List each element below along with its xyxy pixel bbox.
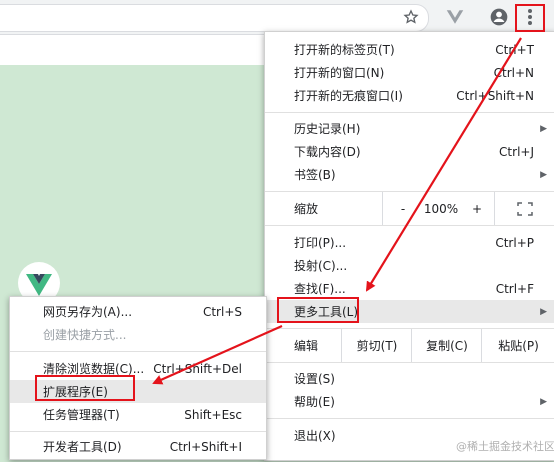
menu-item-print[interactable]: 打印(P)... Ctrl+P (265, 231, 554, 254)
menu-item-new-tab[interactable]: 打开新的标签页(T) Ctrl+T (265, 38, 554, 61)
menu-separator (10, 431, 266, 432)
browser-toolbar (0, 0, 554, 35)
menu-separator (265, 362, 554, 363)
annotation-box-extensions (35, 375, 135, 401)
menu-item-help[interactable]: 帮助(E) ▶ (265, 390, 554, 413)
zoom-row: 缩放 - 100% + (265, 192, 554, 225)
paste-button[interactable]: 粘贴(P) (481, 329, 554, 362)
edit-row: 编辑 剪切(T) 复制(C) 粘贴(P) (265, 329, 554, 362)
menu-separator (10, 351, 266, 352)
fullscreen-icon[interactable] (494, 192, 554, 225)
menu-separator (265, 225, 554, 226)
annotation-box-more-tools (277, 297, 359, 323)
submenu-arrow-icon: ▶ (540, 306, 547, 317)
menu-item-history[interactable]: 历史记录(H) ▶ (265, 117, 554, 140)
submenu-item-save-page[interactable]: 网页另存为(A)... Ctrl+S (10, 300, 266, 323)
menu-item-new-window[interactable]: 打开新的窗口(N) Ctrl+N (265, 61, 554, 84)
zoom-out-button[interactable]: - (382, 192, 423, 225)
menu-item-bookmarks[interactable]: 书签(B) ▶ (265, 163, 554, 186)
star-icon[interactable] (401, 6, 421, 28)
vue-devtools-icon[interactable] (444, 6, 466, 28)
menu-separator (265, 112, 554, 113)
submenu-arrow-icon: ▶ (540, 123, 547, 134)
zoom-label: 缩放 (294, 202, 319, 216)
annotation-box-menu-button (515, 4, 545, 32)
zoom-value: 100% (423, 201, 459, 216)
submenu-item-create-shortcut: 创建快捷方式... (43, 328, 127, 342)
zoom-in-button[interactable]: + (460, 192, 494, 225)
submenu-item-task-manager[interactable]: 任务管理器(T) Shift+Esc (10, 403, 266, 426)
submenu-arrow-icon: ▶ (540, 169, 547, 180)
account-icon[interactable] (488, 6, 510, 28)
address-bar[interactable] (0, 4, 429, 32)
cut-button[interactable]: 剪切(T) (341, 329, 412, 362)
copy-button[interactable]: 复制(C) (411, 329, 482, 362)
menu-item-settings[interactable]: 设置(S) (265, 367, 554, 390)
submenu-item-developer-tools[interactable]: 开发者工具(D) Ctrl+Shift+I (10, 435, 266, 458)
chrome-main-menu: 打开新的标签页(T) Ctrl+T 打开新的窗口(N) Ctrl+N 打开新的无痕窗… (264, 31, 554, 461)
submenu-arrow-icon: ▶ (540, 396, 547, 407)
menu-item-downloads[interactable]: 下载内容(D) Ctrl+J (265, 140, 554, 163)
edit-label: 编辑 (294, 339, 319, 353)
menu-item-cast[interactable]: 投射(C)... (265, 254, 554, 277)
watermark: @稀土掘金技术社区 (456, 440, 554, 453)
menu-separator (265, 418, 554, 419)
menu-item-new-incognito[interactable]: 打开新的无痕窗口(I) Ctrl+Shift+N (265, 84, 554, 107)
